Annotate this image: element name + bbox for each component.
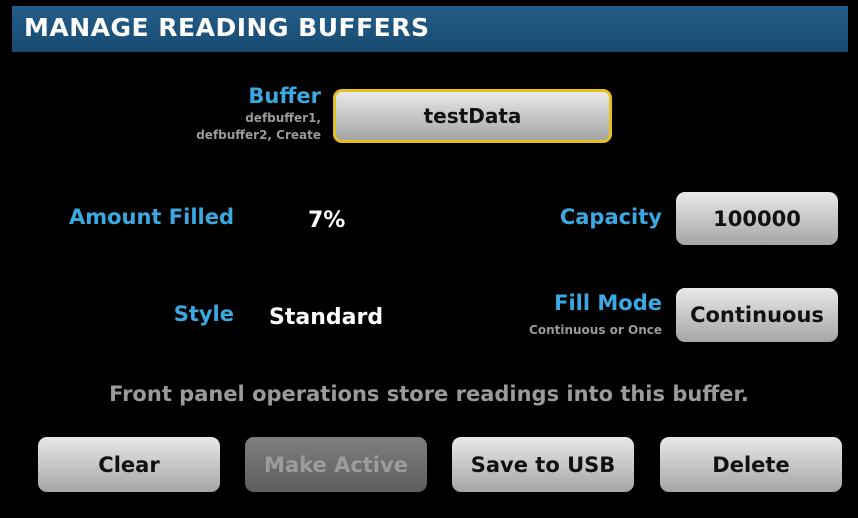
delete-button[interactable]: Delete — [660, 437, 842, 492]
page-title: MANAGE READING BUFFERS — [24, 13, 430, 42]
capacity-label: Capacity — [559, 205, 662, 229]
fill-mode-button[interactable]: Continuous — [676, 288, 838, 342]
buffer-hint-line2: defbuffer2, Create — [196, 128, 321, 142]
save-to-usb-button[interactable]: Save to USB — [452, 437, 634, 492]
buffer-label: Buffer — [248, 84, 321, 108]
title-bar: MANAGE READING BUFFERS — [12, 6, 848, 52]
fill-mode-hint: Continuous or Once — [529, 323, 662, 337]
make-active-button[interactable]: Make Active — [245, 437, 427, 492]
clear-button[interactable]: Clear — [38, 437, 220, 492]
info-message: Front panel operations store readings in… — [109, 382, 749, 406]
amount-filled-value: 7% — [308, 208, 346, 233]
style-label: Style — [173, 302, 234, 326]
manage-reading-buffers-screen: MANAGE READING BUFFERS Buffer defbuffer1… — [0, 0, 858, 518]
buffer-select-button[interactable]: testData — [333, 89, 612, 143]
buffer-hint-line1: defbuffer1, — [245, 111, 321, 125]
buffer-hint: defbuffer1, defbuffer2, Create — [196, 110, 321, 144]
capacity-button[interactable]: 100000 — [676, 192, 838, 245]
fill-mode-label: Fill Mode — [554, 291, 662, 315]
amount-filled-label: Amount Filled — [68, 205, 234, 229]
style-value: Standard — [269, 305, 384, 330]
